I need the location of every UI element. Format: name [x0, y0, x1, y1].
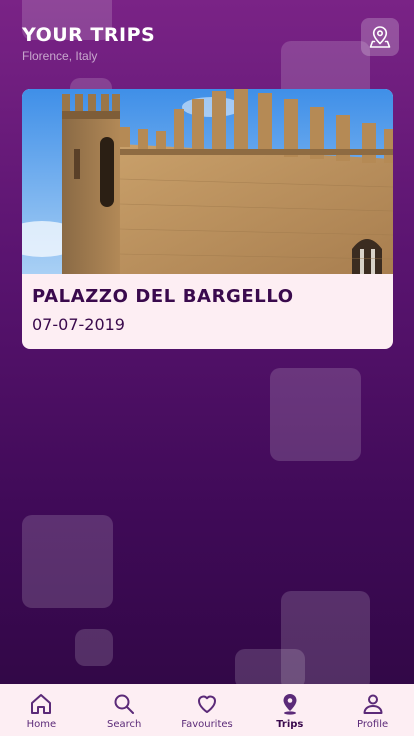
decorative-square: [75, 629, 113, 666]
map-pin-icon: [369, 26, 391, 48]
search-icon: [114, 694, 135, 714]
trip-name: PALAZZO DEL BARGELLO: [32, 286, 294, 307]
heart-icon: [197, 695, 216, 713]
tab-profile[interactable]: Profile: [331, 684, 414, 736]
tab-search[interactable]: Search: [83, 684, 166, 736]
decorative-square: [270, 368, 361, 461]
tab-label-search: Search: [107, 719, 142, 730]
tab-label-favourites: Favourites: [181, 719, 233, 730]
page-title: YOUR TRIPS: [22, 24, 156, 46]
trip-date: 07-07-2019: [32, 315, 125, 334]
trip-card[interactable]: PALAZZO DEL BARGELLO 07-07-2019: [22, 89, 393, 349]
tab-label-trips: Trips: [276, 719, 304, 730]
location-subtitle: Florence, Italy: [22, 49, 98, 63]
palazzo-del-bargello-photo: [22, 89, 393, 274]
tab-home[interactable]: Home: [0, 684, 83, 736]
map-pin-icon: [283, 694, 297, 715]
tab-favourites[interactable]: Favourites: [166, 684, 249, 736]
decorative-square: [235, 649, 305, 689]
user-icon: [363, 694, 383, 714]
bottom-tab-bar: Home Search Favourites Trips Profile: [0, 684, 414, 736]
tab-label-profile: Profile: [357, 719, 389, 730]
home-icon: [31, 694, 52, 714]
tab-trips[interactable]: Trips: [248, 684, 331, 736]
map-button[interactable]: [361, 18, 399, 56]
decorative-square: [22, 515, 113, 608]
tab-label-home: Home: [26, 719, 57, 730]
